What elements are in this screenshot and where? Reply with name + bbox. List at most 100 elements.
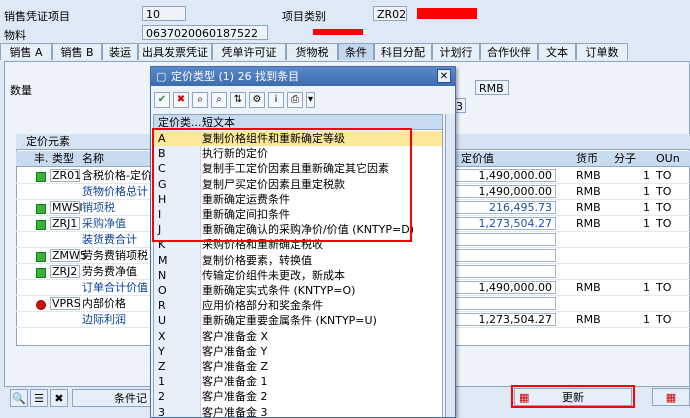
condition-uom: TO [656, 313, 672, 326]
pricing-type-row[interactable]: 1 客户准备金 1 [154, 374, 442, 389]
print-icon[interactable]: ⎙ [287, 92, 303, 108]
sales-doc-item-label: 销售凭证项目 [4, 10, 70, 23]
pricing-type-text: 客户准备金 X [202, 329, 269, 343]
popup-title: ▢ 定价类型 (1) 26 找到条目 ✕ [151, 67, 455, 86]
sort-icon[interactable]: ⇅ [230, 92, 246, 108]
tab-8[interactable]: 计划行 [432, 43, 480, 60]
redacted-material-description [313, 29, 363, 35]
pricing-type-row[interactable]: N 传输定价组件未更改，新成本 [154, 268, 442, 283]
condition-numerator: 1 [643, 185, 650, 198]
condition-currency: RMB [576, 281, 601, 294]
detail-button[interactable]: 🔍 [10, 389, 28, 407]
tab-1[interactable]: 销售 B [52, 43, 102, 60]
status-icon [36, 252, 46, 262]
item-category-label: 项目类别 [282, 10, 326, 23]
redacted-description [417, 8, 477, 19]
quantity-label: 数量 [10, 84, 32, 97]
condition-name: 劳务费净值 [82, 265, 137, 278]
pricing-type-row[interactable]: R 应用价格部分和奖金条件 [154, 298, 442, 313]
item-category-field[interactable]: ZR02 [373, 6, 407, 21]
tab-3[interactable]: 出具发票凭证 [138, 43, 212, 60]
col-numerator: 分子 [614, 152, 636, 165]
selection-highlight [152, 128, 412, 242]
pricing-type-key: 1 [158, 375, 165, 389]
currency-field[interactable]: RMB [475, 80, 509, 95]
pricing-type-key: M [158, 253, 168, 267]
condition-name: 销项税 [82, 201, 115, 214]
tab-2[interactable]: 装运 [102, 43, 138, 60]
pricing-type-key: 3 [158, 405, 165, 418]
pricing-type-row[interactable]: M 复制价格要素，转换值 [154, 253, 442, 268]
condition-type: MWSI [52, 201, 83, 214]
close-icon[interactable]: ✕ [437, 69, 451, 83]
condition-currency: RMB [576, 217, 601, 230]
tab-5[interactable]: 货物税 [286, 43, 338, 60]
pricing-type-row[interactable]: U 重新确定重要金属条件 (KNTYP=U) [154, 313, 442, 328]
pricing-type-key: R [158, 299, 166, 313]
pricing-type-text: 客户准备金 3 [202, 405, 268, 418]
material-field[interactable]: 0637020060187522 [142, 25, 268, 40]
pricing-type-text: 传输定价组件未更改，新成本 [202, 268, 345, 282]
condition-uom: TO [656, 281, 672, 294]
pricing-type-row[interactable]: Y 客户准备金 Y [154, 344, 442, 359]
tab-4[interactable]: 凭单许可证 [212, 43, 286, 60]
find-next-icon[interactable]: ⌕ [211, 92, 227, 108]
tab-6[interactable]: 条件 [338, 43, 374, 60]
status-icon [36, 172, 46, 182]
dropdown-icon[interactable]: ▾ [306, 92, 315, 108]
condition-record-button[interactable]: 条件记 [72, 389, 152, 407]
info-icon[interactable]: i [268, 92, 284, 108]
status-icon [36, 204, 46, 214]
condition-type: ZRJ1 [52, 217, 78, 230]
pricing-type-key: U [158, 314, 167, 328]
delete-row-button[interactable]: ✖ [50, 389, 68, 407]
pricing-type-text: 客户准备金 2 [202, 390, 268, 404]
condition-name: 货物价格总计 [82, 185, 148, 198]
tab-7[interactable]: 科目分配 [374, 43, 432, 60]
status-icon [36, 300, 46, 310]
pricing-type-key: O [158, 284, 167, 297]
update-highlight [511, 385, 635, 408]
condition-currency: RMB [576, 185, 601, 198]
insert-row-button[interactable]: ☰ [30, 389, 48, 407]
tab-0[interactable]: 销售 A [0, 43, 52, 60]
pricing-type-row[interactable]: Z 客户准备金 Z [154, 359, 442, 374]
pricing-type-key: N [158, 268, 167, 282]
extra-button[interactable]: ▦ [652, 388, 690, 406]
condition-currency: RMB [576, 169, 601, 182]
condition-name: 边际利润 [82, 313, 126, 326]
popup-title-text: 定价类型 (1) 26 找到条目 [171, 70, 300, 83]
pricing-type-text: 重新确定重要金属条件 (KNTYP=U) [202, 314, 377, 328]
tab-10[interactable]: 文本 [538, 43, 576, 60]
popup-scrollbar[interactable] [445, 114, 455, 417]
tab-11[interactable]: 订单数 [576, 43, 628, 60]
col-indicator: 丰. [34, 152, 49, 165]
cancel-icon[interactable]: ✖ [173, 92, 189, 108]
pricing-type-text: 客户准备金 1 [202, 375, 268, 389]
tab-9[interactable]: 合作伙伴 [480, 43, 538, 60]
status-icon [36, 268, 46, 278]
confirm-icon[interactable]: ✔ [154, 92, 170, 108]
binoculars-icon[interactable]: ⌕ [192, 92, 208, 108]
condition-uom: TO [656, 169, 672, 182]
condition-record-label: 条件记 [114, 392, 147, 405]
sales-doc-item-field[interactable]: 10 [142, 6, 186, 21]
condition-name: 采购净值 [82, 217, 126, 230]
item-tabstrip: 销售 A 销售 B 装运 出具发票凭证 凭单许可证 货物税 条件 科目分配 计划行 合作伙伴 文本订… [0, 43, 690, 61]
condition-name: 装货费合计 [82, 233, 137, 246]
settings-icon[interactable]: ⚙ [249, 92, 265, 108]
condition-uom: TO [656, 217, 672, 230]
pricing-type-row[interactable]: O 重新确定实式条件 (KNTYP=O) [154, 283, 442, 298]
col-currency: 货币 [576, 152, 598, 165]
pricing-type-key: Z [158, 360, 166, 373]
pricing-type-row[interactable]: 3 客户准备金 3 [154, 405, 442, 418]
condition-name: 订单合计价值 [82, 281, 148, 294]
condition-numerator: 1 [643, 169, 650, 182]
pricing-type-row[interactable]: 2 客户准备金 2 [154, 389, 442, 404]
popup-toolbar: ✔ ✖ ⌕ ⌕ ⇅ ⚙ i ⎙ ▾ [151, 89, 455, 111]
pricing-type-popup: ▢ 定价类型 (1) 26 找到条目 ✕ ✔ ✖ ⌕ ⌕ ⇅ ⚙ i ⎙ ▾ 定… [150, 66, 456, 418]
pricing-type-row[interactable]: X 客户准备金 X [154, 329, 442, 344]
pricing-type-text: 重新确定实式条件 (KNTYP=O) [202, 284, 356, 297]
material-label: 物料 [4, 29, 26, 42]
condition-numerator [614, 264, 650, 280]
